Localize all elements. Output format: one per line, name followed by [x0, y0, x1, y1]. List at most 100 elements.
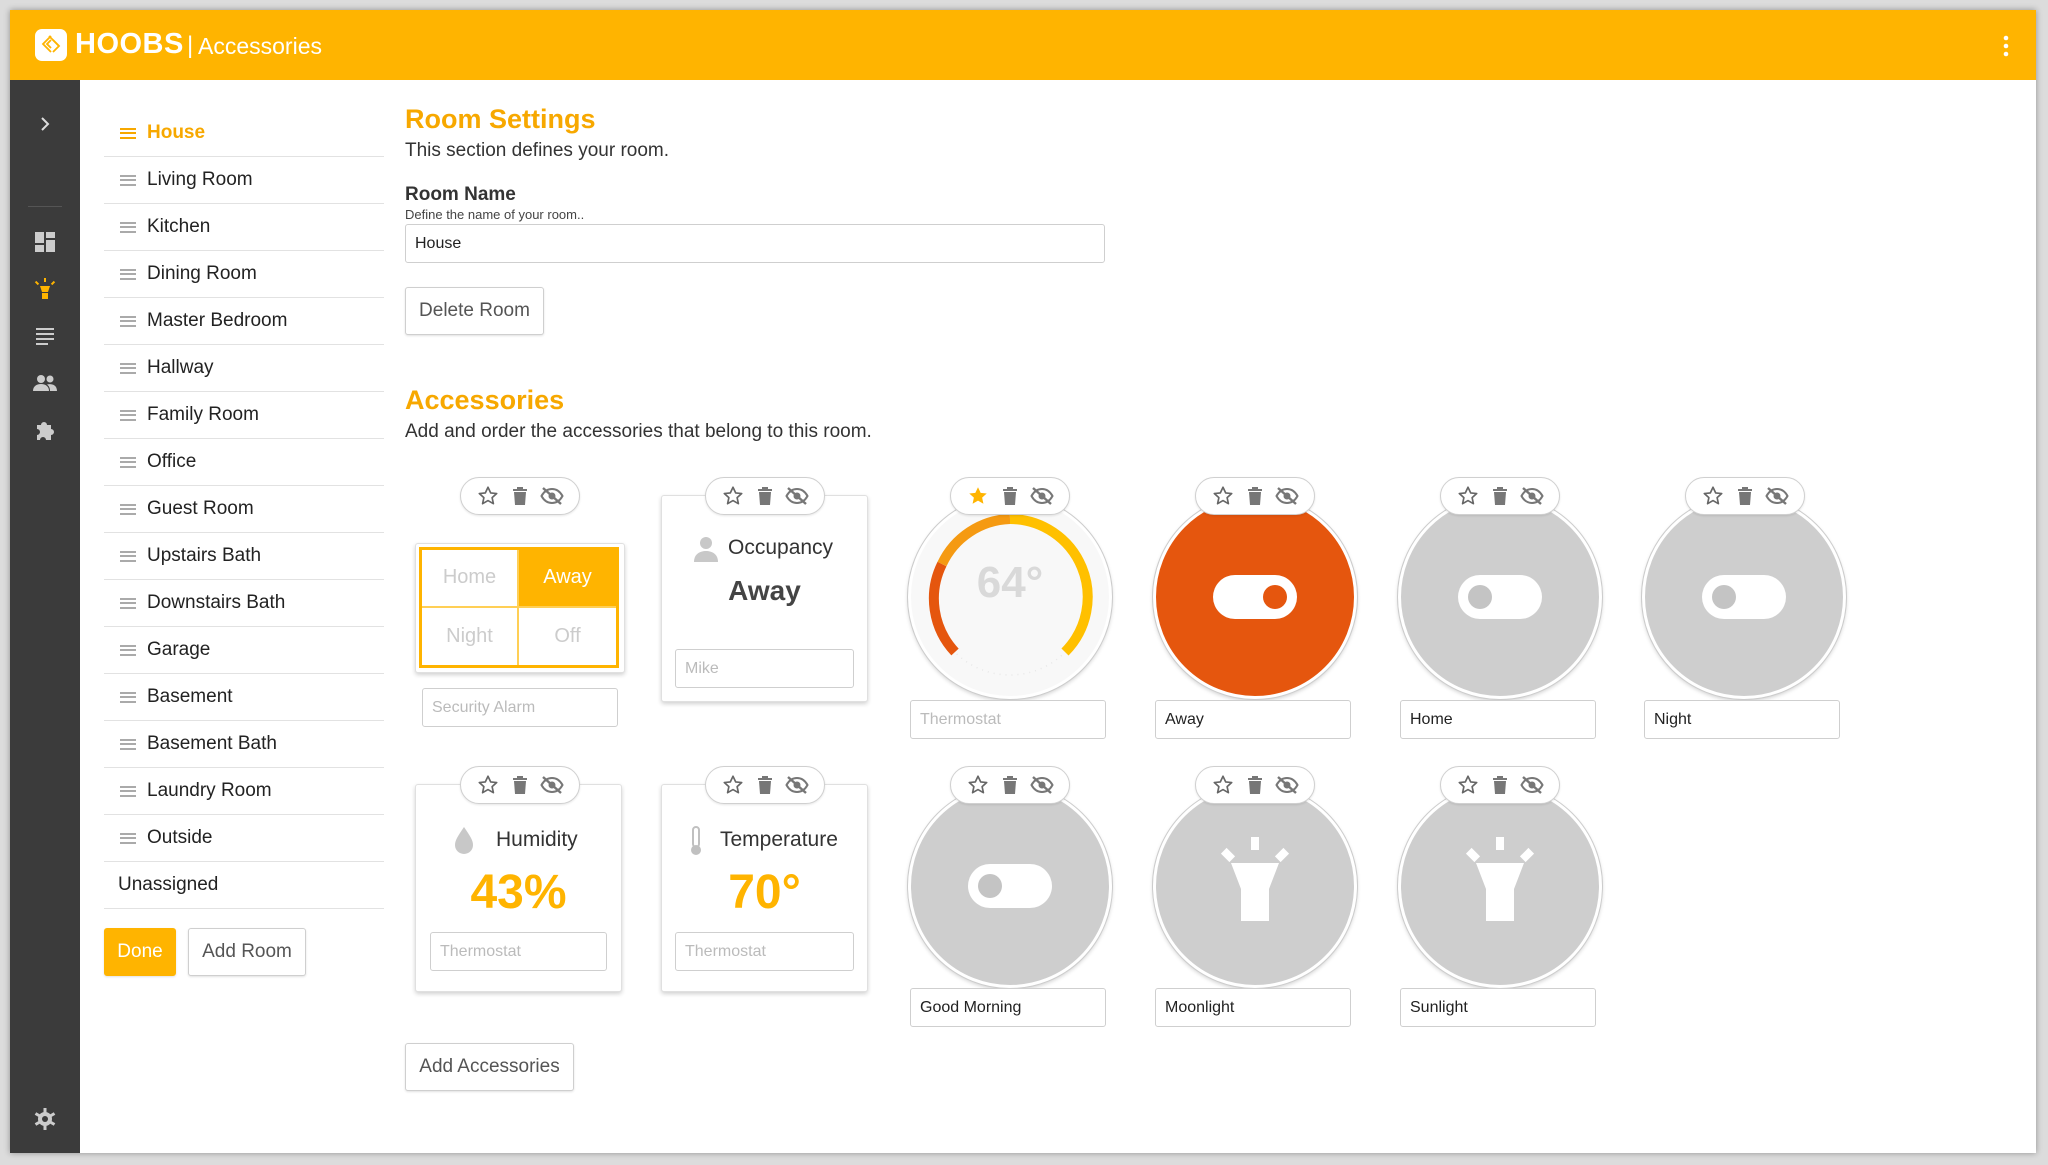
room-list-item[interactable]: Downstairs Bath	[104, 580, 384, 627]
room-list-item[interactable]: Upstairs Bath	[104, 533, 384, 580]
room-list-item[interactable]: Family Room	[104, 392, 384, 439]
room-list-item[interactable]: Office	[104, 439, 384, 486]
trash-icon[interactable]	[1488, 773, 1512, 797]
star-outline-icon[interactable]	[1211, 484, 1235, 508]
home-switch[interactable]	[1398, 495, 1602, 699]
room-list-item[interactable]: Outside	[104, 815, 384, 862]
star-outline-icon[interactable]	[476, 484, 500, 508]
room-list-item-unassigned[interactable]: Unassigned	[104, 862, 384, 909]
star-outline-icon[interactable]	[1701, 484, 1725, 508]
visibility-off-icon[interactable]	[1030, 484, 1054, 508]
drag-handle-icon[interactable]	[120, 268, 136, 280]
visibility-off-icon[interactable]	[785, 484, 809, 508]
drag-handle-icon[interactable]	[120, 409, 136, 421]
trash-icon[interactable]	[508, 773, 532, 797]
moonlight-light[interactable]	[1153, 784, 1357, 988]
visibility-off-icon[interactable]	[785, 773, 809, 797]
security-alarm-tile[interactable]: Home Away Night Off	[415, 543, 625, 673]
room-list-item[interactable]: Basement	[104, 674, 384, 721]
occupancy-name-input[interactable]: Mike	[675, 649, 854, 688]
star-outline-icon[interactable]	[1456, 484, 1480, 508]
room-list-item[interactable]: Hallway	[104, 345, 384, 392]
drag-handle-icon[interactable]	[120, 221, 136, 233]
add-accessories-button[interactable]: Add Accessories	[405, 1043, 574, 1091]
visibility-off-icon[interactable]	[540, 484, 564, 508]
star-outline-icon[interactable]	[1211, 773, 1235, 797]
star-outline-icon[interactable]	[476, 773, 500, 797]
trash-icon[interactable]	[753, 773, 777, 797]
night-name-input[interactable]: Night	[1644, 700, 1840, 739]
room-list-item[interactable]: Garage	[104, 627, 384, 674]
good-morning-name-input[interactable]: Good Morning	[910, 988, 1106, 1027]
security-alarm-name-input[interactable]: Security Alarm	[422, 688, 618, 727]
sunlight-light[interactable]	[1398, 784, 1602, 988]
moonlight-name-input[interactable]: Moonlight	[1155, 988, 1351, 1027]
room-list-item[interactable]: Basement Bath	[104, 721, 384, 768]
users-icon[interactable]	[25, 363, 65, 403]
away-switch[interactable]	[1153, 495, 1357, 699]
star-outline-icon[interactable]	[721, 773, 745, 797]
puzzle-icon[interactable]	[25, 410, 65, 450]
humidity-tile[interactable]: Humidity 43% Thermostat	[415, 784, 622, 992]
more-vert-icon[interactable]	[1999, 34, 2013, 58]
drag-handle-icon[interactable]	[120, 362, 136, 374]
visibility-off-icon[interactable]	[1520, 773, 1544, 797]
room-list-item[interactable]: Dining Room	[104, 251, 384, 298]
visibility-off-icon[interactable]	[1520, 484, 1544, 508]
temperature-name-input[interactable]: Thermostat	[675, 932, 854, 971]
sunlight-name-input[interactable]: Sunlight	[1400, 988, 1596, 1027]
dashboard-icon[interactable]	[25, 222, 65, 262]
thermostat-dial[interactable]: 64°	[908, 495, 1112, 699]
thermostat-name-input[interactable]: Thermostat	[910, 700, 1106, 739]
visibility-off-icon[interactable]	[540, 773, 564, 797]
visibility-off-icon[interactable]	[1030, 773, 1054, 797]
add-room-button[interactable]: Add Room	[188, 928, 306, 976]
lightbulb-icon[interactable]	[25, 269, 65, 309]
room-list-item[interactable]: Laundry Room	[104, 768, 384, 815]
trash-icon[interactable]	[1733, 484, 1757, 508]
away-name-input[interactable]: Away	[1155, 700, 1351, 739]
drag-handle-icon[interactable]	[120, 597, 136, 609]
home-name-input[interactable]: Home	[1400, 700, 1596, 739]
temperature-tile[interactable]: Temperature 70° Thermostat	[661, 784, 868, 992]
trash-icon[interactable]	[998, 773, 1022, 797]
trash-icon[interactable]	[1488, 484, 1512, 508]
drag-handle-icon[interactable]	[120, 832, 136, 844]
trash-icon[interactable]	[753, 484, 777, 508]
room-list-item[interactable]: Guest Room	[104, 486, 384, 533]
security-option-night[interactable]: Night	[422, 607, 519, 665]
list-icon[interactable]	[25, 316, 65, 356]
drag-handle-icon[interactable]	[120, 127, 136, 139]
star-filled-icon[interactable]	[966, 484, 990, 508]
star-outline-icon[interactable]	[721, 484, 745, 508]
chevron-right-icon[interactable]	[25, 104, 65, 144]
trash-icon[interactable]	[1243, 484, 1267, 508]
trash-icon[interactable]	[998, 484, 1022, 508]
security-option-off[interactable]: Off	[519, 608, 616, 666]
good-morning-switch[interactable]	[908, 784, 1112, 988]
star-outline-icon[interactable]	[1456, 773, 1480, 797]
humidity-name-input[interactable]: Thermostat	[430, 932, 607, 971]
drag-handle-icon[interactable]	[120, 691, 136, 703]
security-option-home[interactable]: Home	[422, 550, 519, 608]
occupancy-tile[interactable]: Occupancy Away Mike	[661, 495, 868, 702]
visibility-off-icon[interactable]	[1275, 773, 1299, 797]
security-option-away[interactable]: Away	[519, 550, 616, 608]
drag-handle-icon[interactable]	[120, 456, 136, 468]
room-list-item[interactable]: Master Bedroom	[104, 298, 384, 345]
trash-icon[interactable]	[1243, 773, 1267, 797]
star-outline-icon[interactable]	[966, 773, 990, 797]
room-list-item[interactable]: House	[104, 110, 384, 157]
room-name-input[interactable]: House	[405, 224, 1105, 263]
drag-handle-icon[interactable]	[120, 738, 136, 750]
drag-handle-icon[interactable]	[120, 503, 136, 515]
drag-handle-icon[interactable]	[120, 174, 136, 186]
visibility-off-icon[interactable]	[1765, 484, 1789, 508]
drag-handle-icon[interactable]	[120, 315, 136, 327]
drag-handle-icon[interactable]	[120, 644, 136, 656]
settings-icon[interactable]	[25, 1099, 65, 1139]
night-switch[interactable]	[1642, 495, 1846, 699]
drag-handle-icon[interactable]	[120, 785, 136, 797]
room-list-item[interactable]: Living Room	[104, 157, 384, 204]
trash-icon[interactable]	[508, 484, 532, 508]
